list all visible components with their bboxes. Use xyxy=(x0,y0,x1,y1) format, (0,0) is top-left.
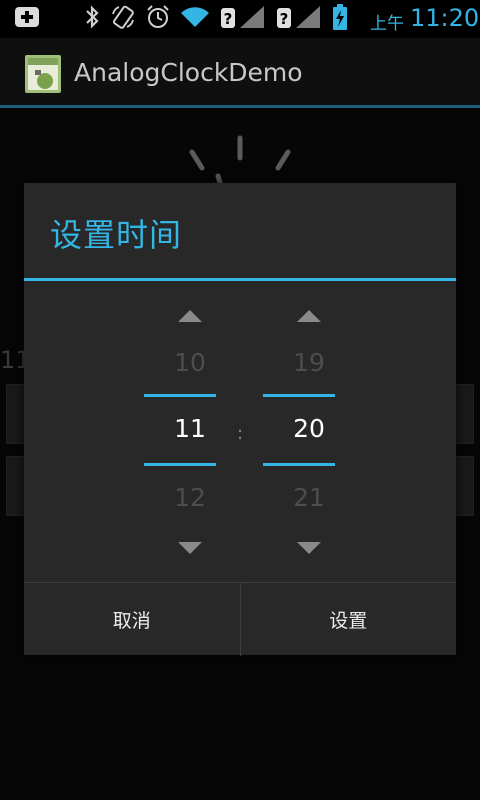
bluetooth-icon xyxy=(84,4,100,34)
selection-divider xyxy=(263,463,335,466)
selection-divider xyxy=(263,394,335,397)
minute-picker[interactable]: 19 20 21 xyxy=(263,281,355,581)
alarm-icon xyxy=(146,4,170,34)
minute-increment-chevron-up-icon[interactable] xyxy=(297,308,321,322)
status-icons: ? ? xyxy=(84,3,348,35)
add-notification-icon xyxy=(14,6,40,32)
hour-next-value[interactable]: 12 xyxy=(144,483,236,512)
time-picker-dialog: 设置时间 10 11 12 : 19 20 21 取消 设置 xyxy=(24,183,457,656)
title-divider xyxy=(24,278,456,281)
time-separator: : xyxy=(237,423,244,444)
wifi-icon xyxy=(180,5,210,33)
rotate-icon xyxy=(110,4,136,34)
dialog-title: 设置时间 xyxy=(50,216,183,254)
dialog-button-bar: 取消 设置 xyxy=(24,582,457,656)
minute-current-value[interactable]: 20 xyxy=(263,414,355,443)
hour-prev-value[interactable]: 10 xyxy=(144,348,236,377)
minute-next-value[interactable]: 21 xyxy=(263,483,355,512)
hour-decrement-chevron-down-icon[interactable] xyxy=(178,540,202,554)
hour-current-value[interactable]: 11 xyxy=(144,414,236,443)
selection-divider xyxy=(144,394,216,397)
hour-picker[interactable]: 10 11 12 xyxy=(144,281,236,581)
signal-unknown-icon: ? xyxy=(220,4,266,34)
hour-increment-chevron-up-icon[interactable] xyxy=(178,308,202,322)
minute-decrement-chevron-down-icon[interactable] xyxy=(297,540,321,554)
svg-text:?: ? xyxy=(224,10,233,28)
svg-text:?: ? xyxy=(280,10,289,28)
selection-divider xyxy=(144,463,216,466)
status-time: 11:20 xyxy=(410,4,480,32)
signal-unknown-icon: ? xyxy=(276,4,322,34)
status-bar: ? ? 上午 11:20 xyxy=(0,0,480,38)
status-ampm: 上午 xyxy=(370,14,404,34)
action-bar: AnalogClockDemo xyxy=(0,38,480,108)
cancel-button[interactable]: 取消 xyxy=(24,583,240,656)
app-icon xyxy=(25,55,61,93)
set-button[interactable]: 设置 xyxy=(239,583,457,656)
minute-prev-value[interactable]: 19 xyxy=(263,348,355,377)
battery-charging-icon xyxy=(332,3,348,35)
app-title: AnalogClockDemo xyxy=(74,58,303,87)
